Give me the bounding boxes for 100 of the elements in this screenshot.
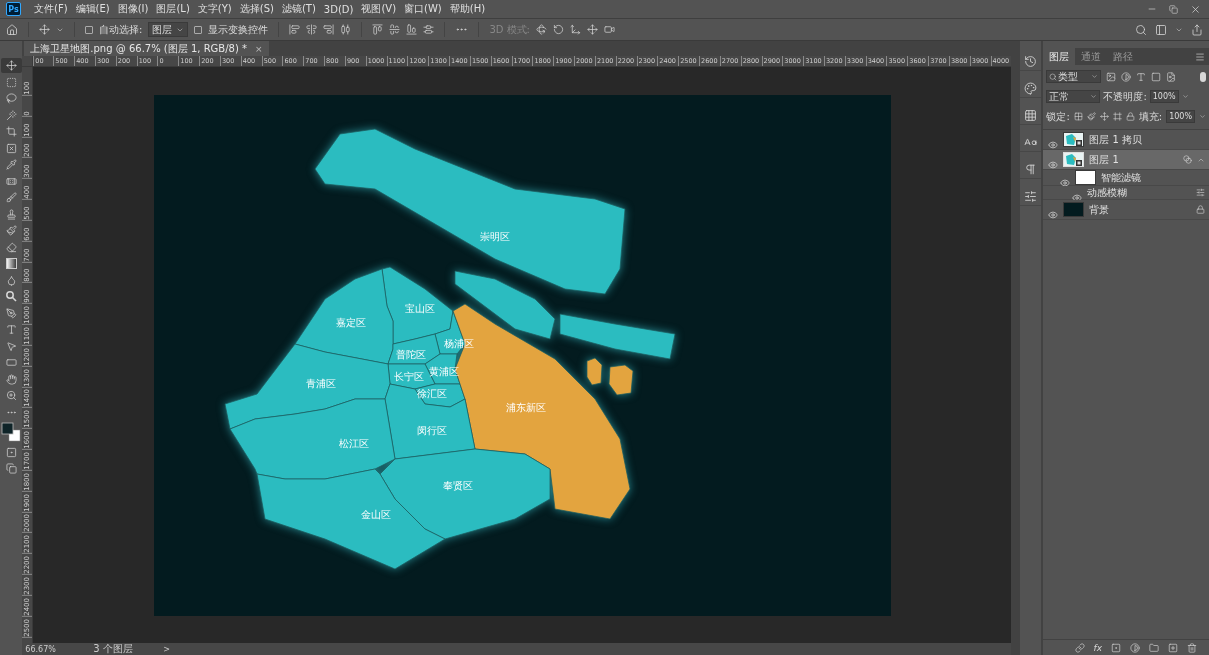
trash-icon[interactable] <box>1187 642 1197 653</box>
menu-item[interactable]: 窗口(W) <box>401 2 445 16</box>
status-arrow[interactable]: > <box>163 644 184 654</box>
link-icon[interactable] <box>1074 642 1085 653</box>
menu-item[interactable]: 帮助(H) <box>446 2 489 16</box>
menu-item[interactable]: 滤镜(T) <box>278 2 319 16</box>
image-filter-icon[interactable] <box>1106 71 1117 82</box>
new-layer-icon[interactable] <box>1168 642 1178 653</box>
home-icon[interactable] <box>6 23 18 36</box>
checkbox[interactable] <box>85 25 93 34</box>
drag-3d-icon[interactable] <box>570 24 581 35</box>
camera-icon[interactable] <box>604 24 615 35</box>
search-icon[interactable] <box>1135 23 1147 36</box>
screen-mode-icon[interactable] <box>5 463 17 474</box>
crop-tool-icon[interactable] <box>5 126 17 137</box>
panel-menu-icon[interactable] <box>1195 51 1205 62</box>
workspace-icon[interactable] <box>1155 23 1167 36</box>
path-select-icon[interactable] <box>5 340 17 352</box>
layer-row[interactable]: 背景 <box>1043 200 1209 220</box>
lock-artboard-icon[interactable] <box>1112 112 1122 121</box>
adjustment-icon[interactable] <box>1130 642 1140 653</box>
eyedropper-icon[interactable] <box>5 159 17 170</box>
opacity-field[interactable]: 100% <box>1149 90 1179 103</box>
align-right-icon[interactable] <box>323 24 335 35</box>
menu-item[interactable]: 3D(D) <box>320 3 357 15</box>
blend-mode-dropdown[interactable]: 正常 <box>1046 90 1101 103</box>
stamp-icon[interactable] <box>5 208 17 220</box>
swatches-icon[interactable] <box>1024 109 1038 122</box>
layer-row[interactable]: 智能滤镜 <box>1043 170 1209 186</box>
frame-tool-icon[interactable] <box>5 142 17 154</box>
panel-tab[interactable]: 图层 <box>1043 48 1076 65</box>
menu-item[interactable]: 视图(V) <box>358 2 400 16</box>
history-brush-icon[interactable] <box>5 225 17 236</box>
folder-icon[interactable] <box>1149 642 1159 653</box>
align-top-icon[interactable] <box>372 24 384 35</box>
align-center-icon[interactable] <box>306 24 318 35</box>
filter-options-icon[interactable] <box>1196 188 1205 197</box>
lock-position-icon[interactable] <box>1099 112 1109 121</box>
smart-object-filter-icon[interactable] <box>1166 71 1177 82</box>
palette-icon[interactable] <box>1024 82 1038 95</box>
zoom-tool-icon[interactable] <box>5 390 17 401</box>
menu-item[interactable]: 编辑(E) <box>72 2 113 16</box>
tab-close-button[interactable]: × <box>255 43 263 54</box>
rotate-3d-icon[interactable] <box>536 24 547 35</box>
caret-icon[interactable] <box>1181 93 1189 100</box>
type-filter-icon[interactable] <box>1136 71 1147 82</box>
close-icon[interactable] <box>1190 3 1201 15</box>
lasso-tool-icon[interactable] <box>5 93 17 104</box>
panel-tab[interactable]: 路径 <box>1107 48 1140 65</box>
panel-tab[interactable]: 通道 <box>1075 48 1108 65</box>
rectangle-tool-icon[interactable] <box>5 357 17 368</box>
distribute-icon[interactable] <box>340 24 352 35</box>
drop-icon[interactable] <box>5 274 17 286</box>
tool-button[interactable] <box>0 58 22 73</box>
eraser-icon[interactable] <box>5 241 17 253</box>
layer-row[interactable]: 图层 1 <box>1043 150 1209 170</box>
lock-all-icon[interactable] <box>1125 112 1135 121</box>
auto-select-dropdown[interactable]: 图层 <box>148 22 189 37</box>
properties-icon[interactable] <box>1024 190 1038 203</box>
restore-icon[interactable] <box>1169 4 1178 14</box>
bandage-icon[interactable] <box>5 175 17 187</box>
checkbox[interactable] <box>194 25 203 34</box>
slide-icon[interactable] <box>587 24 598 35</box>
brush-icon[interactable] <box>5 192 17 203</box>
align-middle-icon[interactable] <box>389 24 401 35</box>
share-icon[interactable] <box>1191 23 1203 36</box>
pen-tool-icon[interactable] <box>5 307 17 319</box>
caret-icon[interactable] <box>1199 113 1206 120</box>
move-tool-icon[interactable] <box>5 60 17 71</box>
distribute-icon[interactable] <box>423 24 435 35</box>
color-swatches[interactable] <box>0 421 22 443</box>
shape-filter-icon[interactable] <box>1151 71 1162 82</box>
roll-icon[interactable] <box>553 24 564 35</box>
move-tool-icon[interactable] <box>39 24 50 35</box>
history-icon[interactable] <box>1024 55 1038 68</box>
fill-field[interactable]: 100% <box>1166 110 1195 123</box>
mask-icon[interactable] <box>1111 642 1121 653</box>
layer-row[interactable]: 图层 1 拷贝 <box>1043 130 1209 150</box>
menu-item[interactable]: 图层(L) <box>153 2 193 16</box>
hand-tool-icon[interactable] <box>5 373 17 385</box>
lock-transparency-icon[interactable] <box>1073 112 1083 121</box>
type-tool-icon[interactable] <box>5 324 17 335</box>
menu-item[interactable]: 选择(S) <box>236 2 277 16</box>
marquee-tool-icon[interactable] <box>5 76 17 88</box>
align-bottom-icon[interactable] <box>406 24 418 35</box>
fx-button[interactable]: fx <box>1093 642 1102 653</box>
adjustment-filter-icon[interactable] <box>1121 71 1132 82</box>
filter-toggle[interactable] <box>1200 71 1206 82</box>
menu-item[interactable]: 文件(F) <box>31 2 71 16</box>
magic-wand-icon[interactable] <box>5 109 17 121</box>
menu-item[interactable]: 文字(Y) <box>194 2 235 16</box>
layer-filter-dropdown[interactable]: 类型 <box>1046 70 1102 83</box>
dodge-icon[interactable] <box>5 291 17 302</box>
gradient-icon[interactable] <box>5 258 17 269</box>
quick-mask-icon[interactable] <box>5 446 17 458</box>
document-tab[interactable]: 上海卫星地图.png @ 66.7% (图层 1, RGB/8) * × <box>24 41 269 56</box>
align-left-icon[interactable] <box>289 24 301 35</box>
paragraph-icon[interactable] <box>1024 163 1038 176</box>
lock-pixels-icon[interactable] <box>1086 112 1096 121</box>
menu-item[interactable]: 图像(I) <box>114 2 152 16</box>
